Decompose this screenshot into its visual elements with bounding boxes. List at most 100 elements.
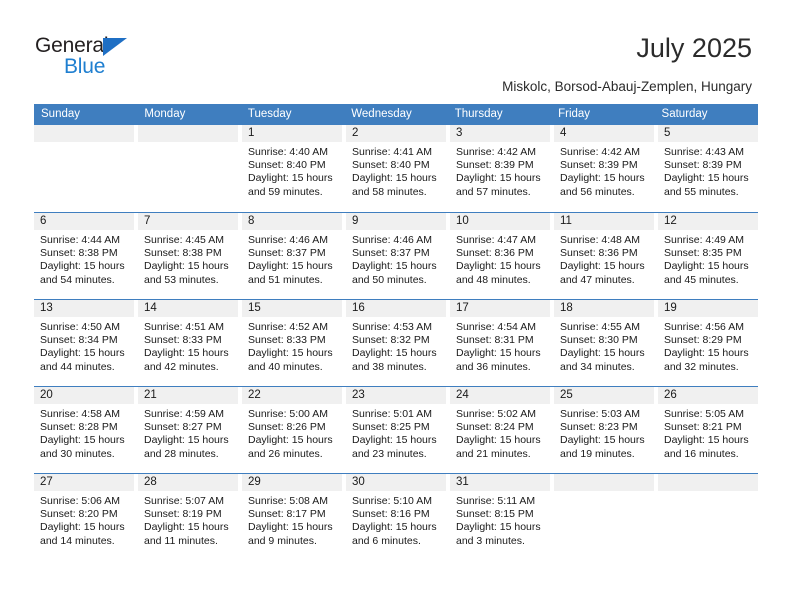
calendar-day-cell[interactable]: 28 Sunrise: 5:07 AM Sunset: 8:19 PM Dayligh… <box>138 474 238 560</box>
calendar-day-cell[interactable]: 2 Sunrise: 4:41 AM Sunset: 8:40 PM Daylight… <box>346 125 446 212</box>
sunrise-time: Sunrise: 4:44 AM <box>40 234 120 246</box>
day-sun-info: Sunrise: 5:00 AM Sunset: 8:26 PM Daylight:… <box>242 404 342 461</box>
day-number: 10 <box>450 213 550 230</box>
daylight-duration-line1: Daylight: 15 hours <box>560 260 645 273</box>
calendar-day-cell[interactable]: 24 Sunrise: 5:02 AM Sunset: 8:24 PM Dayligh… <box>450 387 550 473</box>
calendar-day-cell[interactable]: 6 Sunrise: 4:44 AM Sunset: 8:38 PM Daylight… <box>34 213 134 299</box>
sunset-time: Sunset: 8:31 PM <box>456 334 534 347</box>
day-sun-info: Sunrise: 5:03 AM Sunset: 8:23 PM Daylight:… <box>554 404 654 461</box>
calendar-day-cell[interactable]: 20 Sunrise: 4:58 AM Sunset: 8:28 PM Dayligh… <box>34 387 134 473</box>
calendar-week-row: 1 Sunrise: 4:40 AM Sunset: 8:40 PM Daylight… <box>34 125 758 212</box>
day-number <box>554 474 654 491</box>
daylight-duration-line1: Daylight: 15 hours <box>456 347 541 360</box>
daylight-duration-line2: and 40 minutes. <box>248 360 323 373</box>
calendar-day-cell[interactable]: 31 Sunrise: 5:11 AM Sunset: 8:15 PM Dayligh… <box>450 474 550 560</box>
day-number: 3 <box>450 125 550 142</box>
sunrise-time: Sunrise: 4:45 AM <box>144 234 224 246</box>
sunrise-time: Sunrise: 4:46 AM <box>352 234 432 246</box>
day-sun-info: Sunrise: 4:42 AM Sunset: 8:39 PM Daylight:… <box>554 142 654 199</box>
calendar-weeks: 1 Sunrise: 4:40 AM Sunset: 8:40 PM Daylight… <box>34 125 758 560</box>
sunset-time: Sunset: 8:37 PM <box>248 247 326 260</box>
daylight-duration-line1: Daylight: 15 hours <box>40 521 125 534</box>
day-sun-info: Sunrise: 5:07 AM Sunset: 8:19 PM Daylight:… <box>138 491 238 548</box>
daylight-duration-line1: Daylight: 15 hours <box>664 434 749 447</box>
calendar-day-cell[interactable]: 12 Sunrise: 4:49 AM Sunset: 8:35 PM Dayligh… <box>658 213 758 299</box>
calendar-day-cell[interactable]: 18 Sunrise: 4:55 AM Sunset: 8:30 PM Dayligh… <box>554 300 654 386</box>
day-number: 2 <box>346 125 446 142</box>
day-sun-info <box>554 491 654 495</box>
calendar-day-cell[interactable]: 10 Sunrise: 4:47 AM Sunset: 8:36 PM Dayligh… <box>450 213 550 299</box>
daylight-duration-line1: Daylight: 15 hours <box>248 260 333 273</box>
calendar-day-cell[interactable]: 16 Sunrise: 4:53 AM Sunset: 8:32 PM Dayligh… <box>346 300 446 386</box>
daylight-duration-line2: and 30 minutes. <box>40 447 115 460</box>
daylight-duration-line2: and 42 minutes. <box>144 360 219 373</box>
sunset-time: Sunset: 8:38 PM <box>144 247 222 260</box>
day-number: 18 <box>554 300 654 317</box>
calendar-day-cell[interactable]: 7 Sunrise: 4:45 AM Sunset: 8:38 PM Daylight… <box>138 213 238 299</box>
sunrise-time: Sunrise: 4:48 AM <box>560 234 640 246</box>
calendar-day-cell[interactable]: 26 Sunrise: 5:05 AM Sunset: 8:21 PM Dayligh… <box>658 387 758 473</box>
calendar-day-cell[interactable]: 21 Sunrise: 4:59 AM Sunset: 8:27 PM Dayligh… <box>138 387 238 473</box>
daylight-duration-line1: Daylight: 15 hours <box>352 347 437 360</box>
day-sun-info <box>658 491 758 495</box>
day-number: 20 <box>34 387 134 404</box>
sunset-time: Sunset: 8:24 PM <box>456 421 534 434</box>
calendar-day-cell[interactable]: 19 Sunrise: 4:56 AM Sunset: 8:29 PM Dayligh… <box>658 300 758 386</box>
sunrise-time: Sunrise: 4:42 AM <box>560 146 640 158</box>
calendar-day-cell[interactable]: 23 Sunrise: 5:01 AM Sunset: 8:25 PM Dayligh… <box>346 387 446 473</box>
page-subtitle-location: Miskolc, Borsod-Abauj-Zemplen, Hungary <box>502 79 752 94</box>
daylight-duration-line2: and 21 minutes. <box>456 447 531 460</box>
daylight-duration-line2: and 54 minutes. <box>40 273 115 286</box>
page-header: General Blue July 2025 Miskolc, Borsod-A… <box>0 0 792 98</box>
generalblue-logo[interactable]: General Blue <box>35 34 165 82</box>
calendar-day-cell-empty <box>554 474 654 560</box>
calendar-day-cell[interactable]: 3 Sunrise: 4:42 AM Sunset: 8:39 PM Daylight… <box>450 125 550 212</box>
calendar-day-cell[interactable]: 27 Sunrise: 5:06 AM Sunset: 8:20 PM Dayligh… <box>34 474 134 560</box>
daylight-duration-line1: Daylight: 15 hours <box>456 172 541 185</box>
daylight-duration-line2: and 26 minutes. <box>248 447 323 460</box>
weekday-header-tuesday: Tuesday <box>247 108 292 120</box>
day-sun-info: Sunrise: 4:44 AM Sunset: 8:38 PM Daylight:… <box>34 230 134 287</box>
sunrise-time: Sunrise: 5:11 AM <box>456 495 536 507</box>
calendar-day-cell[interactable]: 8 Sunrise: 4:46 AM Sunset: 8:37 PM Daylight… <box>242 213 342 299</box>
calendar-day-cell[interactable]: 11 Sunrise: 4:48 AM Sunset: 8:36 PM Dayligh… <box>554 213 654 299</box>
calendar-day-cell[interactable]: 25 Sunrise: 5:03 AM Sunset: 8:23 PM Dayligh… <box>554 387 654 473</box>
sunrise-time: Sunrise: 4:56 AM <box>664 321 744 333</box>
calendar-day-cell[interactable]: 13 Sunrise: 4:50 AM Sunset: 8:34 PM Dayligh… <box>34 300 134 386</box>
weekday-header-wednesday: Wednesday <box>351 108 412 120</box>
weekday-header-thursday: Thursday <box>454 108 503 120</box>
daylight-duration-line2: and 47 minutes. <box>560 273 635 286</box>
day-number: 29 <box>242 474 342 491</box>
calendar-day-cell[interactable]: 30 Sunrise: 5:10 AM Sunset: 8:16 PM Dayligh… <box>346 474 446 560</box>
sunrise-time: Sunrise: 4:59 AM <box>144 408 224 420</box>
calendar-week-row: 27 Sunrise: 5:06 AM Sunset: 8:20 PM Dayligh… <box>34 473 758 560</box>
calendar-day-cell[interactable]: 15 Sunrise: 4:52 AM Sunset: 8:33 PM Dayligh… <box>242 300 342 386</box>
daylight-duration-line2: and 38 minutes. <box>352 360 427 373</box>
daylight-duration-line2: and 44 minutes. <box>40 360 115 373</box>
day-number: 13 <box>34 300 134 317</box>
day-sun-info: Sunrise: 4:58 AM Sunset: 8:28 PM Daylight:… <box>34 404 134 461</box>
day-sun-info: Sunrise: 5:06 AM Sunset: 8:20 PM Daylight:… <box>34 491 134 548</box>
sunrise-time: Sunrise: 4:41 AM <box>352 146 432 158</box>
day-number: 16 <box>346 300 446 317</box>
sunset-time: Sunset: 8:23 PM <box>560 421 638 434</box>
day-sun-info: Sunrise: 5:11 AM Sunset: 8:15 PM Daylight:… <box>450 491 550 548</box>
daylight-duration-line1: Daylight: 15 hours <box>664 347 749 360</box>
calendar-day-cell[interactable]: 22 Sunrise: 5:00 AM Sunset: 8:26 PM Dayligh… <box>242 387 342 473</box>
calendar-day-cell[interactable]: 4 Sunrise: 4:42 AM Sunset: 8:39 PM Daylight… <box>554 125 654 212</box>
day-number: 17 <box>450 300 550 317</box>
calendar-day-cell[interactable]: 1 Sunrise: 4:40 AM Sunset: 8:40 PM Daylight… <box>242 125 342 212</box>
calendar-day-cell[interactable]: 14 Sunrise: 4:51 AM Sunset: 8:33 PM Dayligh… <box>138 300 238 386</box>
calendar-day-cell[interactable]: 9 Sunrise: 4:46 AM Sunset: 8:37 PM Daylight… <box>346 213 446 299</box>
day-number: 11 <box>554 213 654 230</box>
sunrise-time: Sunrise: 4:54 AM <box>456 321 536 333</box>
calendar-day-cell[interactable]: 5 Sunrise: 4:43 AM Sunset: 8:39 PM Daylight… <box>658 125 758 212</box>
sunrise-time: Sunrise: 4:52 AM <box>248 321 328 333</box>
calendar-day-cell[interactable]: 29 Sunrise: 5:08 AM Sunset: 8:17 PM Dayligh… <box>242 474 342 560</box>
weekday-header-friday: Friday <box>558 108 591 120</box>
sunrise-time: Sunrise: 4:46 AM <box>248 234 328 246</box>
sunrise-time: Sunrise: 4:49 AM <box>664 234 744 246</box>
calendar-grid: Sunday Monday Tuesday Wednesday Thursday… <box>34 104 758 560</box>
daylight-duration-line1: Daylight: 15 hours <box>560 347 645 360</box>
calendar-day-cell[interactable]: 17 Sunrise: 4:54 AM Sunset: 8:31 PM Dayligh… <box>450 300 550 386</box>
